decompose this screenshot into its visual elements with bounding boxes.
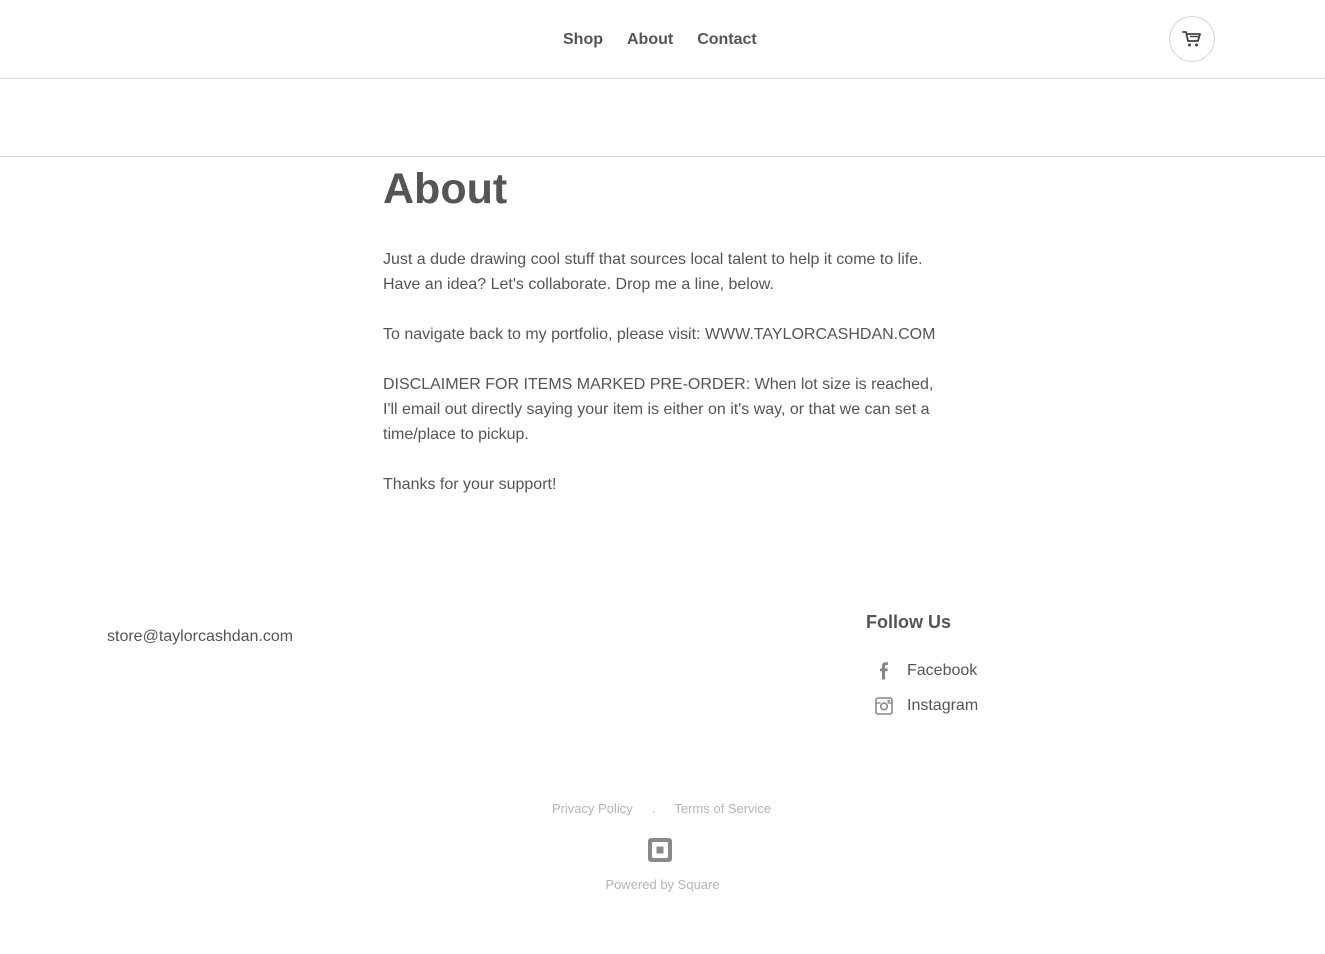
powered-by-square: Powered by Square bbox=[605, 877, 720, 892]
privacy-policy-link[interactable]: Privacy Policy bbox=[552, 801, 633, 816]
about-content: Just a dude drawing cool stuff that sour… bbox=[383, 247, 943, 497]
square-logo-icon[interactable] bbox=[648, 838, 672, 862]
nav-contact[interactable]: Contact bbox=[697, 31, 757, 49]
nav-shop[interactable]: Shop bbox=[563, 31, 603, 49]
footer-email[interactable]: store@taylorcashdan.com bbox=[107, 628, 293, 646]
site-header: Shop About Contact bbox=[0, 0, 1325, 79]
page-title: About bbox=[383, 165, 508, 213]
terms-of-service-link[interactable]: Terms of Service bbox=[674, 801, 771, 816]
nav-about[interactable]: About bbox=[627, 31, 673, 49]
cart-button[interactable] bbox=[1169, 16, 1215, 62]
about-paragraph-portfolio: To navigate back to my portfolio, please… bbox=[383, 326, 936, 343]
instagram-icon bbox=[874, 696, 894, 716]
follow-us-section: Follow Us Facebook Instagram bbox=[866, 612, 978, 723]
header-spacer-band bbox=[0, 79, 1325, 157]
about-main: About Just a dude drawing cool stuff tha… bbox=[383, 165, 943, 522]
social-link-instagram[interactable]: Instagram bbox=[866, 688, 978, 723]
legal-links: Privacy Policy . Terms of Service bbox=[0, 801, 1325, 816]
facebook-icon bbox=[874, 661, 894, 681]
social-link-facebook[interactable]: Facebook bbox=[866, 653, 978, 688]
instagram-label: Instagram bbox=[907, 696, 979, 714]
follow-us-title: Follow Us bbox=[866, 612, 951, 632]
about-paragraph-intro: Just a dude drawing cool stuff that sour… bbox=[383, 251, 923, 293]
main-nav: Shop About Contact bbox=[563, 0, 781, 79]
about-paragraph-thanks: Thanks for your support! bbox=[383, 476, 557, 493]
cart-icon bbox=[1182, 31, 1201, 47]
facebook-label: Facebook bbox=[907, 661, 978, 679]
legal-separator: . bbox=[651, 801, 656, 816]
about-paragraph-disclaimer: DISCLAIMER FOR ITEMS MARKED PRE-ORDER: W… bbox=[383, 376, 934, 443]
